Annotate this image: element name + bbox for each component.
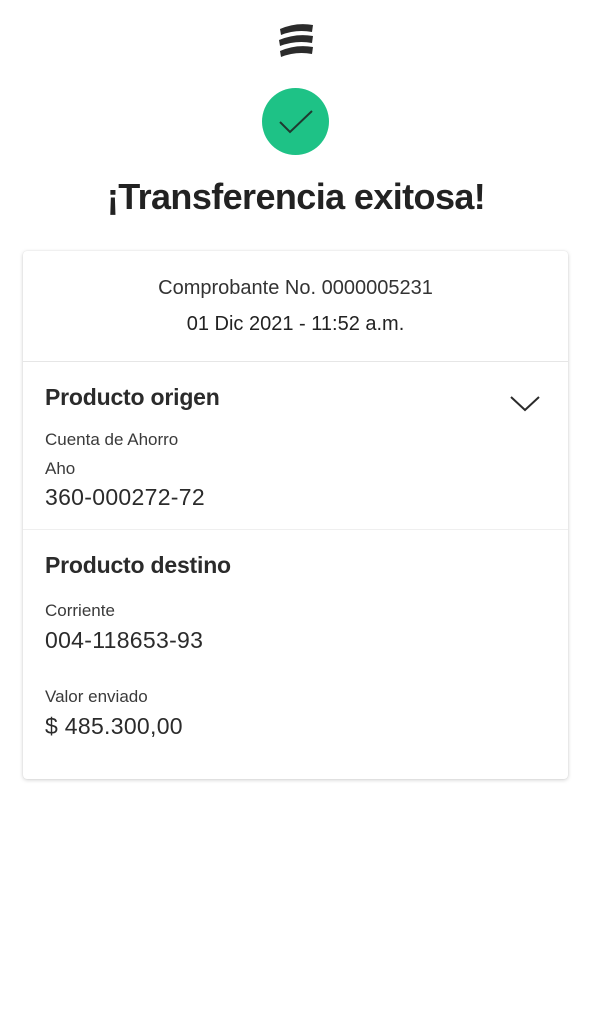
bank-logo-icon xyxy=(276,20,316,60)
chevron-down-icon[interactable] xyxy=(509,393,541,415)
origin-account-short: Aho xyxy=(45,459,76,478)
transfer-summary-card: Comprobante No. 0000005231 01 Dic 2021 -… xyxy=(23,251,568,779)
destination-product-section: Producto destino Corriente 004-118653-93… xyxy=(23,530,568,778)
origin-product-section[interactable]: Producto origen Cuenta de Ahorro Aho 360… xyxy=(23,363,568,530)
destination-account-type: Corriente xyxy=(45,601,115,620)
amount-value: $ 485.300,00 xyxy=(45,713,183,739)
success-indicator xyxy=(262,88,329,155)
destination-account-number: 004-118653-93 xyxy=(45,627,204,653)
origin-account-type: Cuenta de Ahorro xyxy=(45,430,179,449)
receipt-datetime: 01 Dic 2021 - 11:52 a.m. xyxy=(186,313,405,335)
origin-section-title: Producto origen xyxy=(45,384,220,410)
destination-section-title: Producto destino xyxy=(45,552,231,578)
receipt-number: Comprobante No. 0000005231 xyxy=(158,277,433,299)
check-icon xyxy=(278,109,313,133)
page-title: ¡Transferencia exitosa! xyxy=(106,176,486,217)
amount-label: Valor enviado xyxy=(45,687,148,706)
receipt-header: Comprobante No. 0000005231 01 Dic 2021 -… xyxy=(23,251,568,362)
origin-account-number: 360-000272-72 xyxy=(45,484,205,510)
